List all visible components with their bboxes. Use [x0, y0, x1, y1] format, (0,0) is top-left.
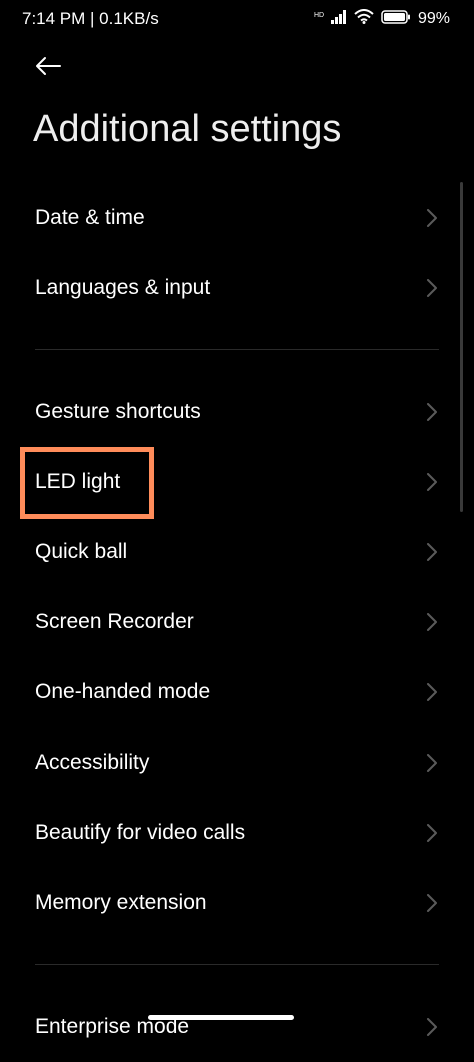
- item-label: Screen Recorder: [35, 610, 194, 633]
- chevron-right-icon: [427, 403, 437, 421]
- chevron-right-icon: [427, 894, 437, 912]
- settings-item-one-handed-mode[interactable]: One-handed mode: [0, 657, 474, 727]
- status-bar: 7:14 PM | 0.1KB/s HD 99%: [0, 0, 474, 40]
- back-button[interactable]: [28, 50, 68, 86]
- battery-icon: [381, 9, 411, 29]
- hd-icon: HD: [314, 10, 324, 29]
- item-label: Languages & input: [35, 276, 211, 299]
- item-label: Gesture shortcuts: [35, 400, 201, 423]
- settings-item-languages-input[interactable]: Languages & input: [0, 253, 474, 323]
- status-time: 7:14 PM | 0.1KB/s: [22, 9, 159, 28]
- chevron-right-icon: [427, 543, 437, 561]
- wifi-icon: [354, 9, 374, 29]
- settings-item-gesture-shortcuts[interactable]: Gesture shortcuts: [0, 377, 474, 447]
- settings-item-beautify-video-calls[interactable]: Beautify for video calls: [0, 798, 474, 868]
- divider: [35, 964, 439, 965]
- item-label: Date & time: [35, 206, 145, 229]
- item-label: Memory extension: [35, 891, 207, 914]
- item-label: LED light: [35, 470, 121, 493]
- divider: [35, 349, 439, 350]
- chevron-right-icon: [427, 1018, 437, 1036]
- item-label: Quick ball: [35, 540, 128, 563]
- chevron-right-icon: [427, 473, 437, 491]
- settings-item-quick-ball[interactable]: Quick ball: [0, 517, 474, 587]
- arrow-left-icon: [34, 56, 62, 81]
- item-label: Beautify for video calls: [35, 821, 246, 844]
- settings-item-enterprise-mode[interactable]: Enterprise mode: [0, 992, 474, 1062]
- page-title: Additional settings: [33, 108, 342, 150]
- settings-item-accessibility[interactable]: Accessibility: [0, 728, 474, 798]
- settings-item-screen-recorder[interactable]: Screen Recorder: [0, 587, 474, 657]
- chevron-right-icon: [427, 209, 437, 227]
- settings-item-led-light[interactable]: LED light: [0, 447, 474, 517]
- chevron-right-icon: [427, 613, 437, 631]
- settings-item-memory-extension[interactable]: Memory extension: [0, 868, 474, 938]
- battery-percent: 99%: [417, 10, 450, 27]
- chevron-right-icon: [427, 754, 437, 772]
- signal-icon: [330, 9, 347, 29]
- chevron-right-icon: [427, 279, 437, 297]
- chevron-right-icon: [427, 824, 437, 842]
- settings-item-date-time[interactable]: Date & time: [0, 183, 474, 253]
- status-icons: HD 99%: [314, 8, 450, 30]
- item-label: Accessibility: [35, 751, 150, 774]
- svg-text:HD: HD: [314, 12, 324, 19]
- chevron-right-icon: [427, 683, 437, 701]
- item-label: One-handed mode: [35, 680, 211, 703]
- home-indicator[interactable]: [148, 1015, 294, 1020]
